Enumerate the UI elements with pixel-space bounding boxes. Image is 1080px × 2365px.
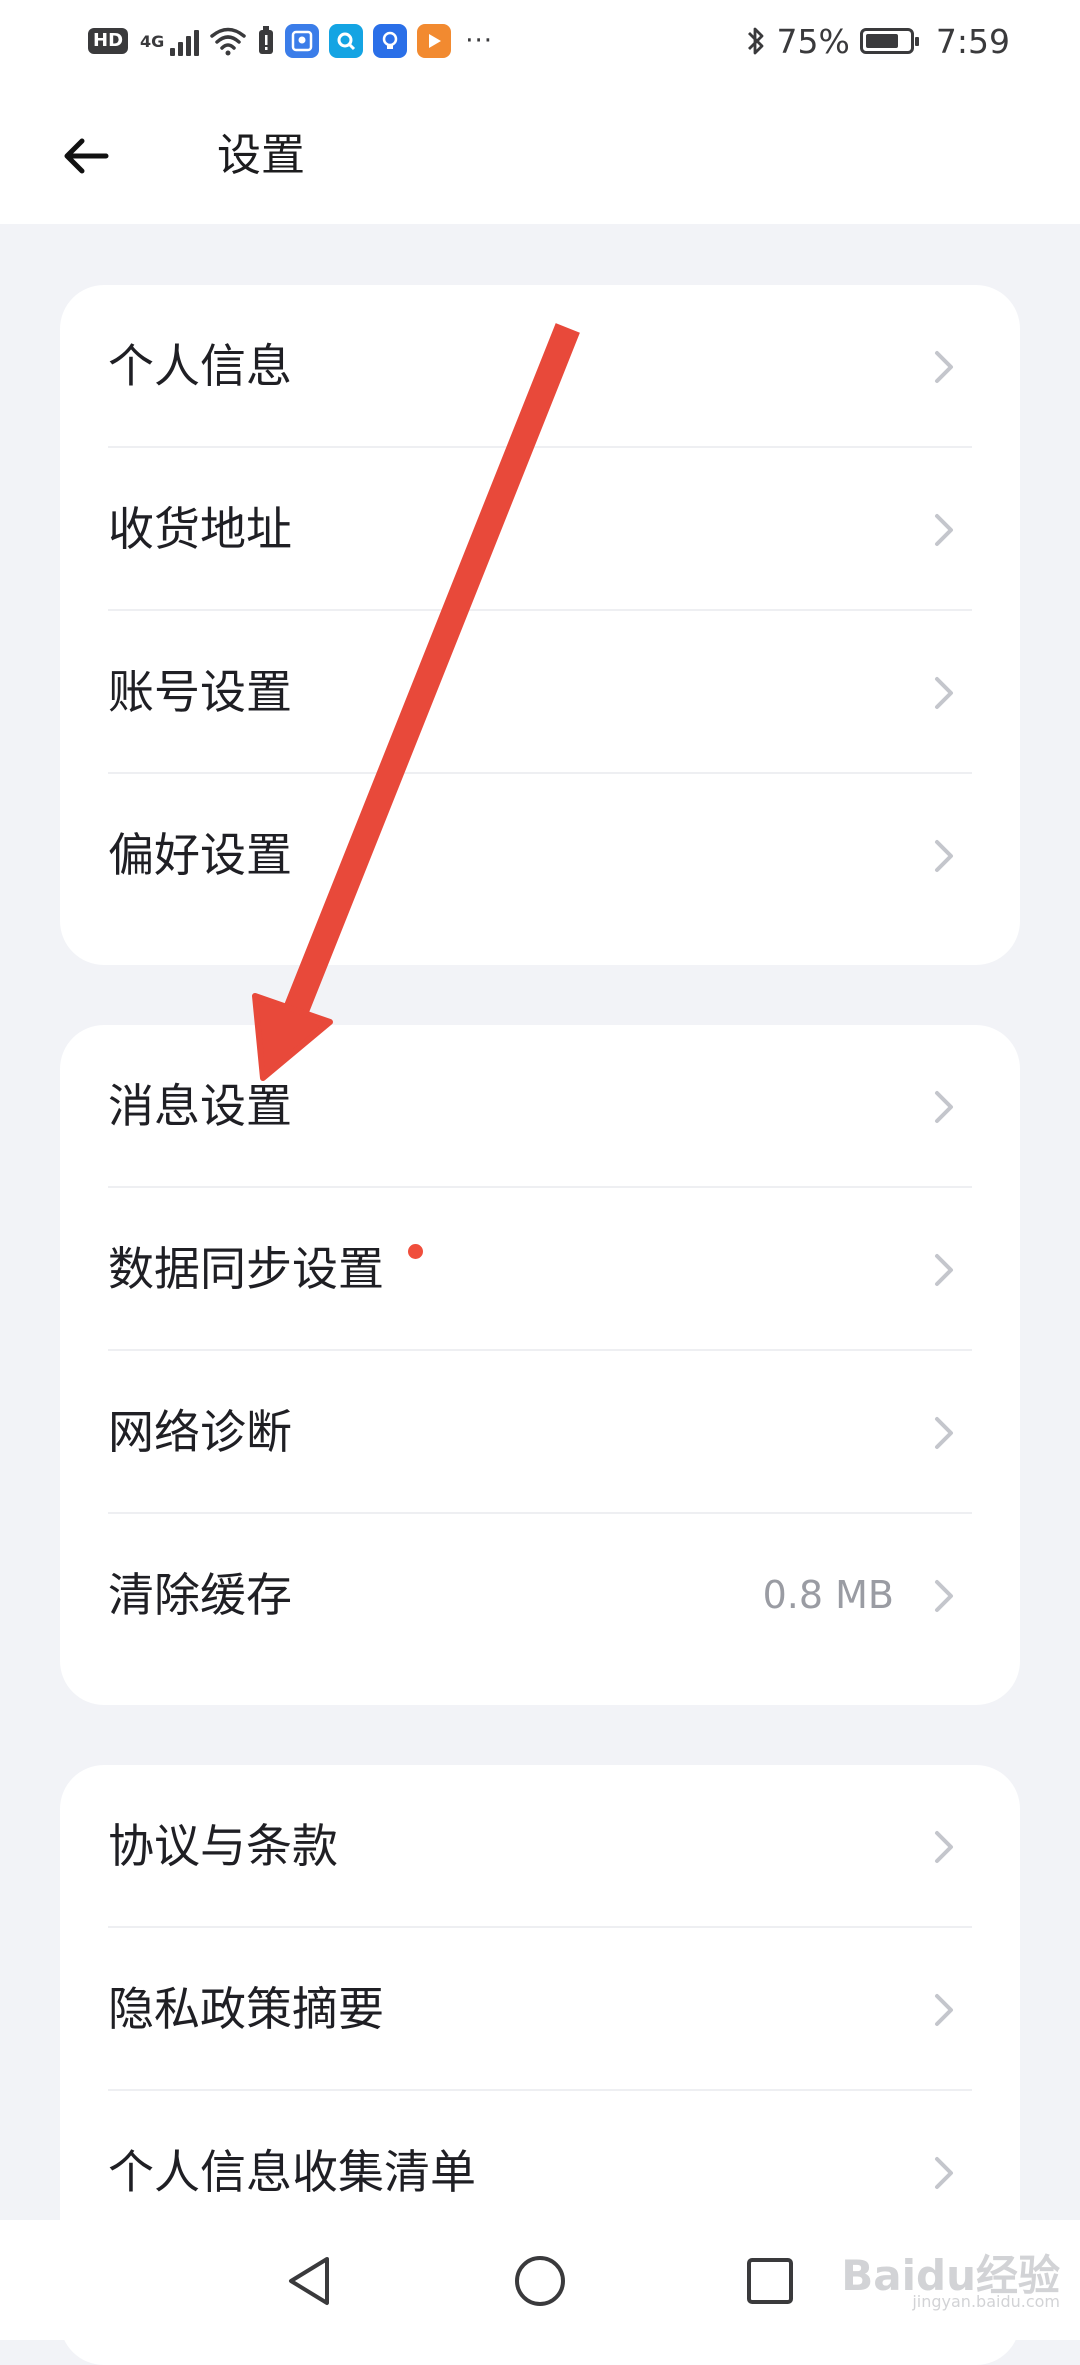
battery-percent: 75% bbox=[776, 21, 850, 61]
settings-item-personal-info[interactable]: 个人信息 bbox=[108, 285, 972, 448]
chevron-right-icon bbox=[935, 677, 953, 709]
chevron-right-icon bbox=[935, 1831, 953, 1863]
alert-icon bbox=[259, 26, 274, 54]
battery-fill bbox=[865, 34, 898, 48]
page-title: 设置 bbox=[217, 130, 305, 181]
network-type: 4G bbox=[140, 31, 165, 51]
nav-recents-button[interactable] bbox=[735, 2246, 805, 2316]
settings-item-label: 消息设置 bbox=[108, 1079, 292, 1133]
settings-item-privacy-summary[interactable]: 隐私政策摘要 bbox=[108, 1928, 972, 2091]
recents-square-icon bbox=[747, 2258, 793, 2304]
watermark-site: jingyan.baidu.com bbox=[912, 2292, 1060, 2311]
back-arrow-icon bbox=[64, 138, 109, 174]
nav-back-button[interactable] bbox=[274, 2246, 344, 2316]
battery-icon bbox=[859, 28, 919, 54]
app-icon-blue bbox=[285, 24, 320, 58]
app-icon-search bbox=[329, 24, 364, 58]
settings-item-label: 收货地址 bbox=[108, 502, 292, 556]
new-badge-dot bbox=[408, 1244, 423, 1259]
back-triangle-icon bbox=[289, 2257, 329, 2305]
wifi-icon bbox=[210, 27, 247, 56]
settings-item-clear-cache[interactable]: 清除缓存 0.8 MB bbox=[108, 1514, 972, 1677]
app-icon-play bbox=[417, 24, 452, 58]
back-button[interactable] bbox=[54, 124, 118, 188]
settings-item-shipping-address[interactable]: 收货地址 bbox=[108, 448, 972, 611]
settings-item-label: 个人信息 bbox=[108, 339, 292, 393]
settings-item-label: 网络诊断 bbox=[108, 1405, 292, 1459]
settings-item-label: 清除缓存 bbox=[108, 1568, 292, 1622]
status-left: HD 4G ··· bbox=[88, 18, 493, 64]
settings-item-terms[interactable]: 协议与条款 bbox=[108, 1765, 972, 1928]
bluetooth-icon bbox=[747, 27, 763, 55]
settings-group-system: 消息设置 数据同步设置 网络诊断 清除缓存 0.8 MB bbox=[60, 1025, 1020, 1705]
settings-item-label: 数据同步设置 bbox=[108, 1242, 384, 1296]
settings-item-label: 协议与条款 bbox=[108, 1819, 338, 1873]
hd-badge: HD bbox=[88, 28, 129, 54]
chevron-right-icon bbox=[935, 1091, 953, 1123]
settings-item-label: 隐私政策摘要 bbox=[108, 1982, 384, 2036]
app-header: 设置 bbox=[0, 82, 1080, 224]
chevron-right-icon bbox=[935, 2157, 953, 2189]
chevron-right-icon bbox=[935, 1994, 953, 2026]
app-icon-bulb bbox=[373, 24, 408, 58]
settings-group-account: 个人信息 收货地址 账号设置 偏好设置 bbox=[60, 285, 1020, 965]
status-right: 75% 7:59 bbox=[745, 18, 1010, 64]
settings-item-label: 偏好设置 bbox=[108, 828, 292, 882]
signal-icon bbox=[170, 26, 200, 56]
settings-item-account-settings[interactable]: 账号设置 bbox=[108, 611, 972, 774]
settings-item-message-settings[interactable]: 消息设置 bbox=[108, 1025, 972, 1188]
settings-item-label: 账号设置 bbox=[108, 665, 292, 719]
nav-home-button[interactable] bbox=[505, 2246, 575, 2316]
chevron-right-icon bbox=[935, 840, 953, 872]
home-circle-icon bbox=[515, 2256, 565, 2306]
clock: 7:59 bbox=[935, 21, 1010, 61]
chevron-right-icon bbox=[935, 351, 953, 383]
more-notifications-icon: ··· bbox=[465, 26, 494, 56]
cache-size-value: 0.8 MB bbox=[762, 1573, 894, 1617]
chevron-right-icon bbox=[935, 514, 953, 546]
chevron-right-icon bbox=[935, 1417, 953, 1449]
settings-item-data-sync[interactable]: 数据同步设置 bbox=[108, 1188, 972, 1351]
status-bar: HD 4G ··· 75% 7:59 bbox=[0, 0, 1080, 82]
watermark: Baidu经验 jingyan.baidu.com bbox=[841, 2242, 1060, 2311]
settings-item-network-diagnosis[interactable]: 网络诊断 bbox=[108, 1351, 972, 1514]
chevron-right-icon bbox=[935, 1580, 953, 1612]
settings-item-preferences[interactable]: 偏好设置 bbox=[108, 774, 972, 937]
chevron-right-icon bbox=[935, 1254, 953, 1286]
